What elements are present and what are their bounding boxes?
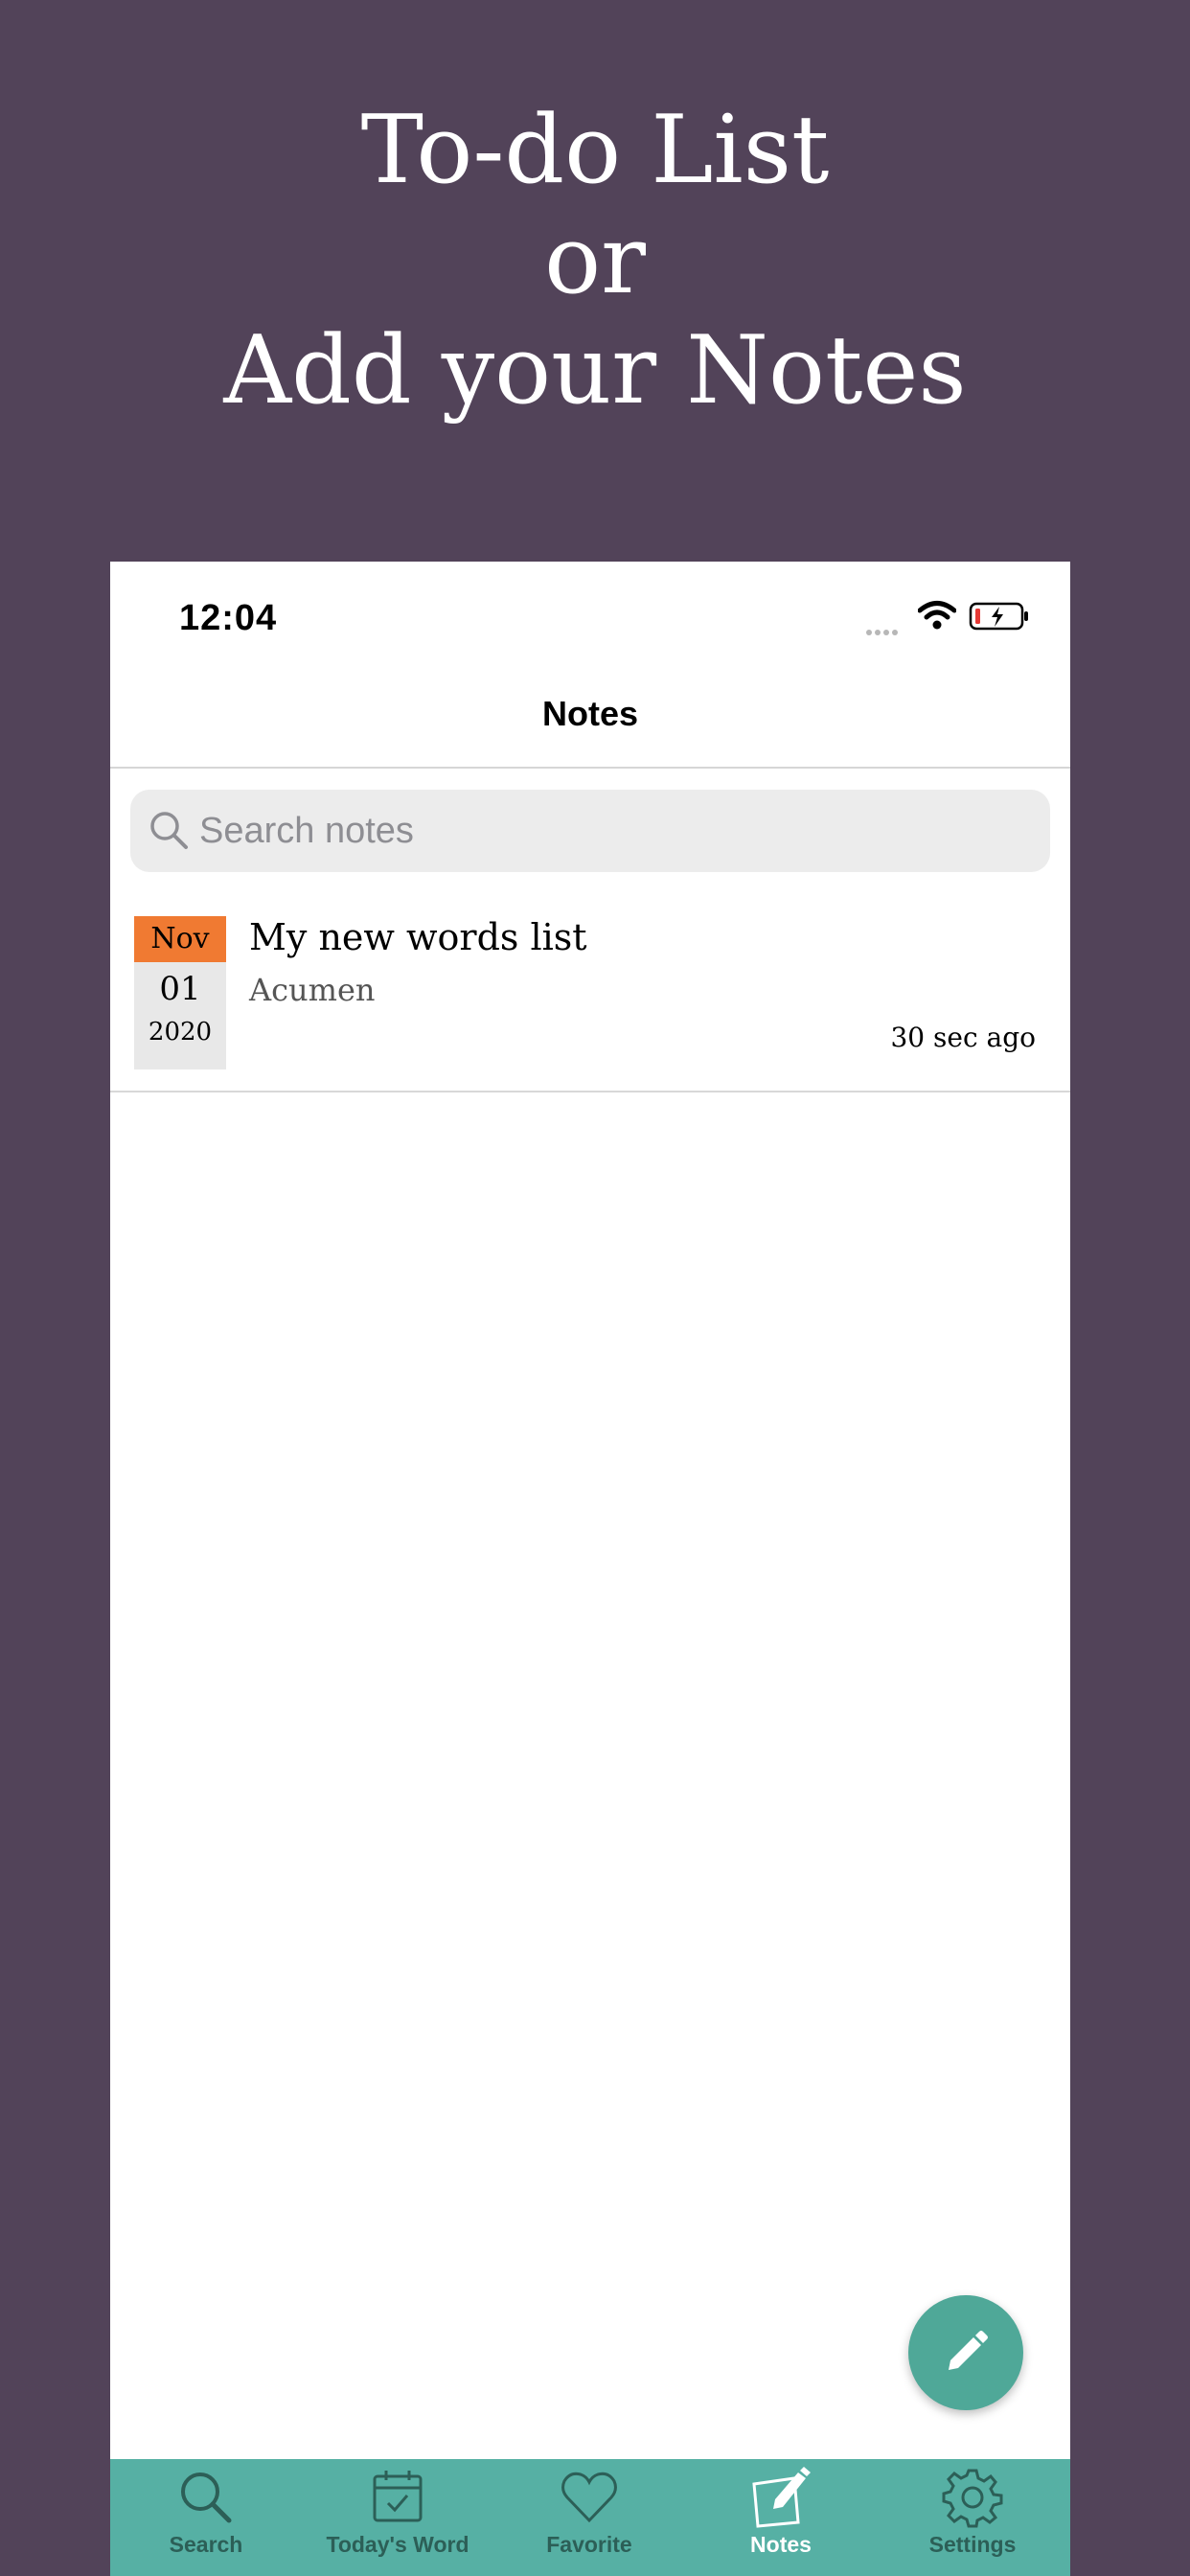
new-note-button[interactable]	[908, 2295, 1023, 2410]
promo-line-1: To-do List	[360, 96, 830, 205]
phone-screen: 12:04 Notes Search notes Nov 01 2020 My …	[110, 562, 1070, 2576]
note-subtitle: Acumen	[249, 972, 376, 1008]
list-item[interactable]: Nov 01 2020 My new words list Acumen 30 …	[110, 916, 1070, 1089]
tab-bar: Search Today's Word Favorite Notes Setti…	[110, 2459, 1070, 2576]
note-time-ago: 30 sec ago	[890, 1022, 1036, 1053]
search-input[interactable]: Search notes	[130, 790, 1050, 872]
tab-label: Notes	[750, 2532, 812, 2557]
promo-line-3: Add your Notes	[223, 316, 967, 426]
heart-icon	[561, 2472, 617, 2523]
promo-line-2: or	[544, 206, 646, 315]
tab-todays-word[interactable]: Today's Word	[302, 2459, 493, 2576]
tab-settings[interactable]: Settings	[877, 2459, 1068, 2576]
note-month: Nov	[134, 916, 226, 962]
wifi-icon	[917, 600, 957, 635]
note-year: 2020	[148, 1018, 213, 1046]
note-title: My new words list	[249, 916, 587, 958]
pencil-icon	[949, 2331, 988, 2370]
battery-icon	[969, 601, 1030, 636]
note-pencil-icon	[752, 2467, 811, 2528]
tab-label: Settings	[928, 2532, 1017, 2557]
search-placeholder: Search notes	[199, 811, 414, 851]
nav-divider	[110, 767, 1070, 769]
promo-headline: To-do List or Add your Notes	[0, 96, 1190, 426]
tab-label: Search	[169, 2532, 243, 2557]
tab-favorite[interactable]: Favorite	[493, 2459, 685, 2576]
note-day: 01	[159, 970, 201, 1008]
tab-label: Today's Word	[326, 2532, 469, 2557]
note-date-badge: Nov 01 2020	[134, 916, 226, 1070]
row-divider	[110, 1091, 1070, 1092]
gear-icon	[942, 2469, 1003, 2528]
nav-title: Notes	[541, 694, 639, 733]
calendar-check-icon	[373, 2471, 423, 2522]
search-icon	[181, 2472, 232, 2523]
tab-label: Favorite	[546, 2532, 632, 2557]
tab-notes[interactable]: Notes	[685, 2459, 877, 2576]
status-bar: 12:04	[110, 562, 1070, 677]
tab-search[interactable]: Search	[110, 2459, 302, 2576]
search-icon	[148, 809, 190, 856]
signal-icon	[866, 623, 901, 640]
status-time: 12:04	[179, 598, 278, 638]
